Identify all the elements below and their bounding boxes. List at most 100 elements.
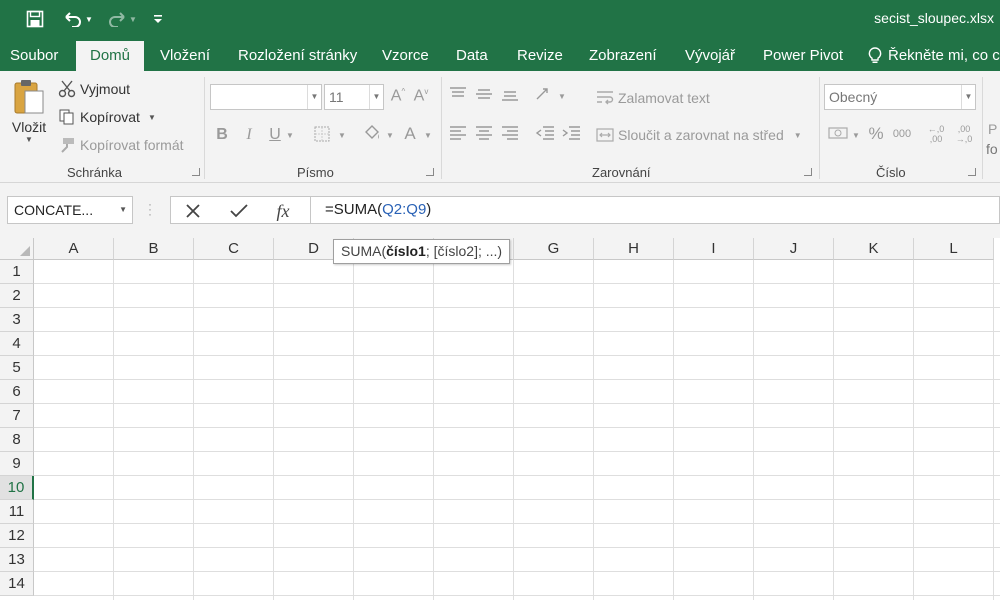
font-color-icon[interactable]: A bbox=[400, 124, 420, 144]
align-middle-icon[interactable] bbox=[474, 87, 494, 106]
align-bottom-icon[interactable] bbox=[500, 87, 520, 106]
borders-icon[interactable] bbox=[312, 126, 332, 147]
currency-format-icon[interactable] bbox=[826, 125, 850, 146]
insert-function-icon[interactable]: fx bbox=[269, 200, 297, 222]
underline-dropdown-icon[interactable]: ▼ bbox=[284, 126, 296, 146]
merge-center-dropdown-icon[interactable]: ▼ bbox=[794, 131, 802, 140]
paste-button[interactable]: Vložit ▼ bbox=[8, 77, 50, 157]
column-header-c[interactable]: C bbox=[194, 238, 274, 260]
font-name-combo[interactable]: ▼ bbox=[210, 84, 322, 110]
row-header-7[interactable]: 7 bbox=[0, 404, 34, 428]
column-header-g[interactable]: G bbox=[514, 238, 594, 260]
increase-decimal-icon[interactable]: ←,0 ,00 bbox=[926, 124, 946, 144]
row-header-14[interactable]: 14 bbox=[0, 572, 34, 596]
row-header-2[interactable]: 2 bbox=[0, 284, 34, 308]
fill-color-icon[interactable] bbox=[362, 124, 382, 147]
paste-dropdown-icon[interactable]: ▼ bbox=[25, 135, 33, 144]
font-size-combo[interactable]: 11 ▼ bbox=[324, 84, 384, 110]
alignment-launcher-icon[interactable] bbox=[804, 168, 812, 176]
orientation-icon[interactable] bbox=[534, 85, 556, 108]
underline-button[interactable]: U bbox=[266, 126, 284, 144]
worksheet-grid[interactable]: ABCDEFGHIJKL1234567891011121314 bbox=[0, 238, 1000, 600]
row-header-5[interactable]: 5 bbox=[0, 356, 34, 380]
bold-button[interactable]: B bbox=[213, 126, 231, 144]
column-header-l[interactable]: L bbox=[914, 238, 994, 260]
name-box[interactable]: CONCATE... ▼ bbox=[7, 196, 133, 224]
currency-dropdown-icon[interactable]: ▼ bbox=[850, 126, 862, 146]
borders-dropdown-icon[interactable]: ▼ bbox=[336, 126, 348, 146]
orientation-dropdown-icon[interactable]: ▼ bbox=[556, 87, 568, 107]
row-header-13[interactable]: 13 bbox=[0, 548, 34, 572]
font-color-dropdown-icon[interactable]: ▼ bbox=[422, 126, 434, 146]
tab-revize[interactable]: Revize bbox=[517, 41, 563, 71]
undo-button[interactable]: ▼ bbox=[60, 6, 96, 32]
align-left-icon[interactable] bbox=[448, 126, 468, 145]
font-name-dropdown-icon[interactable]: ▼ bbox=[307, 85, 321, 109]
tab-zobrazeni[interactable]: Zobrazení bbox=[589, 41, 657, 71]
tab-vzorce[interactable]: Vzorce bbox=[382, 41, 429, 71]
copy-dropdown-icon[interactable]: ▼ bbox=[148, 113, 156, 122]
fill-color-dropdown-icon[interactable]: ▼ bbox=[384, 126, 396, 146]
tab-vyvojar[interactable]: Vývojář bbox=[685, 41, 735, 71]
formula-bar-resize-handle[interactable]: · · · bbox=[148, 198, 152, 220]
formula-input[interactable]: =SUMA(Q2:Q9) bbox=[310, 196, 1000, 224]
percent-style-button[interactable]: % bbox=[866, 124, 886, 144]
decrease-font-icon[interactable]: Av bbox=[412, 87, 430, 105]
tab-rozlozeni-stranky[interactable]: Rozložení stránky bbox=[238, 41, 357, 71]
copy-button[interactable]: Kopírovat ▼ bbox=[58, 107, 156, 127]
tooltip-function[interactable]: SUMA( bbox=[341, 243, 386, 259]
row-header-10[interactable]: 10 bbox=[0, 476, 34, 500]
decrease-indent-icon[interactable] bbox=[534, 126, 556, 145]
increase-indent-icon[interactable] bbox=[560, 126, 582, 145]
enter-formula-button[interactable] bbox=[225, 200, 253, 222]
save-icon[interactable] bbox=[24, 6, 46, 32]
row-header-11[interactable]: 11 bbox=[0, 500, 34, 524]
column-header-a[interactable]: A bbox=[34, 238, 114, 260]
name-box-dropdown-icon[interactable]: ▼ bbox=[119, 197, 127, 223]
font-launcher-icon[interactable] bbox=[426, 168, 434, 176]
number-format-dropdown-icon[interactable]: ▼ bbox=[961, 85, 975, 109]
tab-domu[interactable]: Domů bbox=[76, 41, 145, 71]
align-center-icon[interactable] bbox=[474, 126, 494, 145]
decrease-decimal-icon[interactable]: ,00 →,0 bbox=[954, 124, 974, 144]
number-launcher-icon[interactable] bbox=[968, 168, 976, 176]
column-header-k[interactable]: K bbox=[834, 238, 914, 260]
row-header-4[interactable]: 4 bbox=[0, 332, 34, 356]
format-painter-button[interactable]: Kopírovat formát bbox=[58, 135, 184, 155]
row-header-9[interactable]: 9 bbox=[0, 452, 34, 476]
clipboard-launcher-icon[interactable] bbox=[192, 168, 200, 176]
wrap-text-button[interactable]: Zalamovat text bbox=[596, 88, 710, 108]
row-header-6[interactable]: 6 bbox=[0, 380, 34, 404]
styles-group-cut-label-2[interactable]: fo bbox=[986, 141, 1000, 157]
column-header-h[interactable]: H bbox=[594, 238, 674, 260]
align-top-icon[interactable] bbox=[448, 87, 468, 106]
select-all-button[interactable] bbox=[0, 238, 34, 260]
undo-dropdown-icon[interactable]: ▼ bbox=[85, 15, 93, 24]
redo-button[interactable]: ▼ bbox=[104, 6, 140, 32]
row-header-8[interactable]: 8 bbox=[0, 428, 34, 452]
merge-center-button[interactable]: Sloučit a zarovnat na střed ▼ bbox=[596, 125, 802, 145]
increase-font-icon[interactable]: A^ bbox=[389, 87, 407, 105]
row-header-12[interactable]: 12 bbox=[0, 524, 34, 548]
styles-group-cut-label[interactable]: P bbox=[988, 121, 1000, 137]
italic-button[interactable]: I bbox=[240, 126, 258, 144]
cancel-formula-button[interactable] bbox=[179, 200, 207, 222]
align-right-icon[interactable] bbox=[500, 126, 520, 145]
tab-soubor[interactable]: Soubor bbox=[10, 41, 58, 71]
column-header-b[interactable]: B bbox=[114, 238, 194, 260]
column-header-j[interactable]: J bbox=[754, 238, 834, 260]
tab-power-pivot[interactable]: Power Pivot bbox=[763, 41, 843, 71]
row-header-1[interactable]: 1 bbox=[0, 260, 34, 284]
tab-vlozeni[interactable]: Vložení bbox=[160, 41, 210, 71]
cut-button[interactable]: Vyjmout bbox=[58, 79, 130, 99]
comma-style-button[interactable]: 000 bbox=[890, 128, 914, 140]
column-header-i[interactable]: I bbox=[674, 238, 754, 260]
tooltip-current-argument[interactable]: číslo1 bbox=[386, 243, 426, 259]
row-header-3[interactable]: 3 bbox=[0, 308, 34, 332]
customize-qat-icon[interactable] bbox=[150, 6, 166, 32]
number-format-combo[interactable]: Obecný ▼ bbox=[824, 84, 976, 110]
tell-me-search[interactable]: Řekněte mi, co c bbox=[868, 41, 1000, 71]
tab-data[interactable]: Data bbox=[456, 41, 488, 71]
font-size-dropdown-icon[interactable]: ▼ bbox=[369, 85, 383, 109]
redo-dropdown-icon[interactable]: ▼ bbox=[129, 15, 137, 24]
